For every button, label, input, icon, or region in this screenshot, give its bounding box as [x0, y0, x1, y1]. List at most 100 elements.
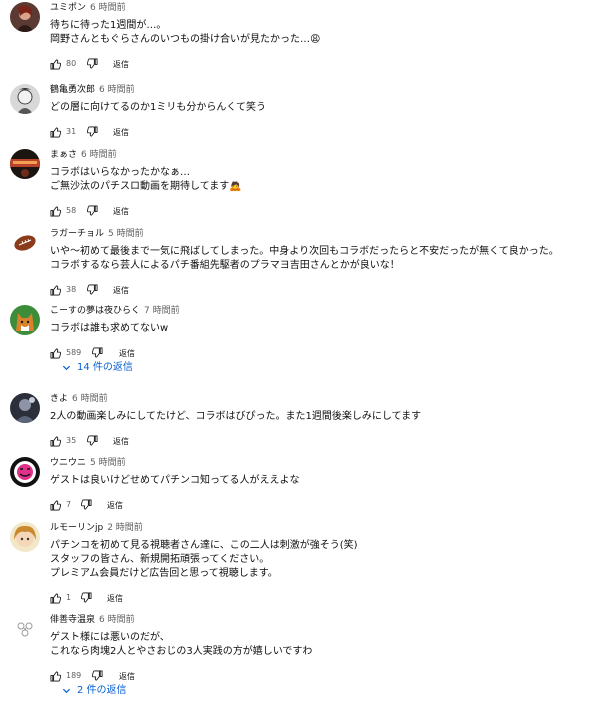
comment-author[interactable]: 鶴亀勇次郎: [50, 85, 95, 95]
dislike-button[interactable]: [81, 499, 92, 510]
reply-button[interactable]: 返信: [107, 500, 123, 511]
like-button[interactable]: [50, 285, 61, 296]
reply-button[interactable]: 返信: [113, 206, 129, 217]
like-count: 35: [66, 436, 77, 445]
avatar[interactable]: [10, 457, 40, 487]
comment-line: いや〜初めて最後まで一気に飛ばしてしまった。中身より次回もコラボだったらと不安だ…: [50, 246, 559, 257]
comment-time[interactable]: 6 時間前: [99, 615, 135, 625]
comment-time[interactable]: 2 時間前: [107, 523, 143, 533]
dislike-button[interactable]: [81, 592, 92, 603]
thumb-down-icon: [92, 347, 103, 358]
thumb-up-icon: [50, 671, 61, 682]
like-button[interactable]: [50, 59, 61, 70]
thumb-up-icon: [50, 593, 61, 604]
like-count: 189: [66, 671, 82, 680]
avatar[interactable]: [10, 614, 40, 644]
comment-line: スタッフの皆さん、新規開拓頑張ってください。: [50, 554, 270, 565]
comment-line: コラボはいらなかったかなぁ…: [50, 167, 190, 178]
view-replies-button[interactable]: 14 件の返信: [62, 362, 133, 374]
comment-text: パチンコを初めて見る視聴者さん達に、この二人は刺激が強そう(笑) スタッフの皆さ…: [50, 539, 592, 581]
like-button[interactable]: [50, 127, 61, 138]
replies-count-label: 2 件の返信: [77, 685, 127, 696]
thumb-down-icon: [81, 499, 92, 510]
like-button[interactable]: [50, 593, 61, 604]
reply-button[interactable]: 返信: [119, 671, 135, 682]
comment-line: これなら肉塊2人とやさおじの3人実践の方が嬉しいですわ: [50, 646, 313, 657]
view-replies-button[interactable]: 2 件の返信: [62, 685, 127, 697]
like-button[interactable]: [50, 348, 61, 359]
like-count: 31: [66, 127, 77, 136]
comment-author[interactable]: ルモーリンjp: [50, 523, 103, 533]
thumb-up-icon: [50, 127, 61, 138]
thumb-down-icon: [87, 435, 98, 446]
like-count: 58: [66, 206, 77, 215]
like-button[interactable]: [50, 671, 61, 682]
comment-author[interactable]: まぁさ: [50, 150, 77, 160]
comment-time[interactable]: 6 時間前: [81, 150, 117, 160]
avatar[interactable]: [10, 2, 40, 32]
like-count: 80: [66, 59, 77, 68]
comment-line: 2人の動画楽しみにしてたけど、コラボはびぴった。また1週間後楽しみにしてます: [50, 411, 422, 422]
dislike-button[interactable]: [92, 347, 103, 358]
comment-author[interactable]: きよ: [50, 394, 68, 404]
comment-time[interactable]: 5 時間前: [108, 229, 144, 239]
reply-button[interactable]: 返信: [107, 593, 123, 604]
like-count: 589: [66, 348, 82, 357]
avatar[interactable]: [10, 228, 40, 258]
dislike-button[interactable]: [92, 670, 103, 681]
replies-count-label: 14 件の返信: [77, 362, 133, 373]
comment-text: いや〜初めて最後まで一気に飛ばしてしまった。中身より次回もコラボだったらと不安だ…: [50, 245, 592, 273]
dislike-button[interactable]: [87, 435, 98, 446]
comment-time[interactable]: 6 時間前: [90, 3, 126, 13]
comment-line: コラボは誰も求めてないw: [50, 323, 169, 334]
comment-line: ご無沙汰のパチスロ動画を期待してます🙇: [50, 181, 242, 192]
comment-line: ゲスト様には悪いのだが、: [50, 632, 170, 643]
comment-author[interactable]: ラガーチョル: [50, 229, 104, 239]
reply-button[interactable]: 返信: [119, 348, 135, 359]
thumb-up-icon: [50, 206, 61, 217]
reply-button[interactable]: 返信: [113, 436, 129, 447]
like-button[interactable]: [50, 500, 61, 511]
comment-text: コラボはいらなかったかなぁ… ご無沙汰のパチスロ動画を期待してます🙇: [50, 166, 592, 194]
avatar[interactable]: [10, 305, 40, 335]
comment-time[interactable]: 7 時間前: [144, 306, 180, 316]
dislike-button[interactable]: [87, 284, 98, 295]
dislike-button[interactable]: [87, 58, 98, 69]
like-count: 1: [66, 593, 72, 602]
comment-time[interactable]: 5 時間前: [90, 458, 126, 468]
reply-button[interactable]: 返信: [113, 285, 129, 296]
reply-button[interactable]: 返信: [113, 59, 129, 70]
thumb-down-icon: [87, 205, 98, 216]
dislike-button[interactable]: [87, 205, 98, 216]
comment-author[interactable]: 俳善寺温泉: [50, 615, 95, 625]
avatar[interactable]: [10, 149, 40, 179]
comment-line: プレミアム会員だけど広告回と思って視聴します。: [50, 568, 278, 579]
like-button[interactable]: [50, 206, 61, 217]
thumb-down-icon: [87, 58, 98, 69]
comment-text: 待ちに待った1週間が…。 岡野さんともぐらさんのいつもの掛け合いが見たかった…😩: [50, 19, 592, 47]
comment-line: ゲストは良いけどせめてパチンコ知ってる人がええよな: [50, 475, 300, 486]
avatar[interactable]: [10, 393, 40, 423]
thumb-up-icon: [50, 500, 61, 511]
dislike-button[interactable]: [87, 126, 98, 137]
comment-line: コラボするなら芸人によるパチ番組先駆者のプラマヨ吉田さんとかが良いな！: [50, 260, 400, 271]
comment-author[interactable]: こーすの夢は夜ひらく: [50, 306, 140, 316]
thumb-up-icon: [50, 436, 61, 447]
thumb-down-icon: [87, 126, 98, 137]
comment-time[interactable]: 6 時間前: [99, 85, 135, 95]
like-button[interactable]: [50, 436, 61, 447]
avatar[interactable]: [10, 84, 40, 114]
comment-text: 2人の動画楽しみにしてたけど、コラボはびぴった。また1週間後楽しみにしてます: [50, 410, 592, 424]
reply-button[interactable]: 返信: [113, 127, 129, 138]
comment-author[interactable]: ウニウニ: [50, 458, 86, 468]
thumb-down-icon: [92, 670, 103, 681]
like-count: 38: [66, 285, 77, 294]
comment-author[interactable]: ユミポン: [50, 3, 86, 13]
comment-line: パチンコを初めて見る視聴者さん達に、この二人は刺激が強そう(笑): [50, 540, 358, 551]
comment-line: 待ちに待った1週間が…。: [50, 20, 167, 31]
comment-text: どの層に向けてるのか1ミリも分からんくて笑う: [50, 101, 592, 115]
like-count: 7: [66, 500, 72, 509]
avatar[interactable]: [10, 522, 40, 552]
comment-time[interactable]: 6 時間前: [72, 394, 108, 404]
comment-text: ゲストは良いけどせめてパチンコ知ってる人がええよな: [50, 474, 592, 488]
